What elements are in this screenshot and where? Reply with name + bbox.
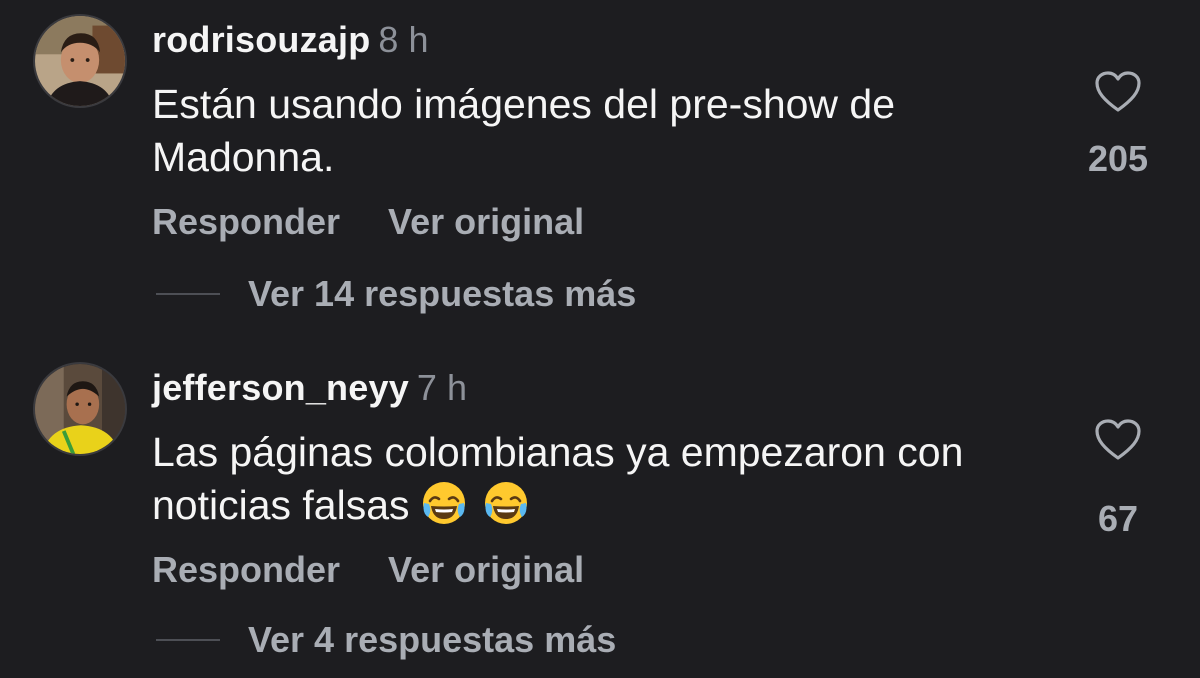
comment-text: Las páginas colombianas ya empezaron con… [152,426,1072,532]
view-more-replies-label: Ver 14 respuestas más [248,273,637,314]
comment-header: jefferson_neyy 7 h [152,366,467,410]
replies-divider [156,639,220,641]
avatar[interactable] [33,362,127,456]
reply-button[interactable]: Responder [152,201,340,242]
view-more-replies-label: Ver 4 respuestas más [248,619,617,660]
timestamp: 8 h [378,19,429,60]
username[interactable]: rodrisouzajp [152,19,370,60]
view-more-replies-button[interactable]: Ver 4 respuestas más [156,616,616,664]
user-avatar-icon [35,364,125,454]
comment-actions: Responder Ver original [152,200,584,244]
comment-actions: Responder Ver original [152,548,584,592]
laughing-crying-emoji-icon [482,479,530,527]
like-area: 205 [1058,70,1178,180]
comment-item: jefferson_neyy 7 h Las páginas colombiana… [0,348,1200,678]
like-count: 67 [1097,498,1139,539]
comment-text: Están usando imágenes del pre-show de Ma… [152,81,896,180]
laughing-crying-emoji-icon [420,479,468,527]
like-area: 67 [1058,418,1178,540]
comment-item: rodrisouzajp 8 h Están usando imágenes de… [0,0,1200,340]
view-original-button[interactable]: Ver original [388,549,584,590]
timestamp: 7 h [416,367,467,408]
reply-button[interactable]: Responder [152,549,340,590]
view-original-button[interactable]: Ver original [388,201,584,242]
heart-outline-icon[interactable] [1094,418,1142,462]
avatar[interactable] [33,14,127,108]
replies-divider [156,293,220,295]
comment-text-body: Las páginas colombianas ya empezaron con… [152,429,964,528]
like-count: 205 [1087,138,1149,179]
user-avatar-icon [35,16,125,106]
view-more-replies-button[interactable]: Ver 14 respuestas más [156,270,636,318]
username[interactable]: jefferson_neyy [152,367,409,408]
heart-outline-icon[interactable] [1094,70,1142,114]
comment-header: rodrisouzajp 8 h [152,18,428,62]
